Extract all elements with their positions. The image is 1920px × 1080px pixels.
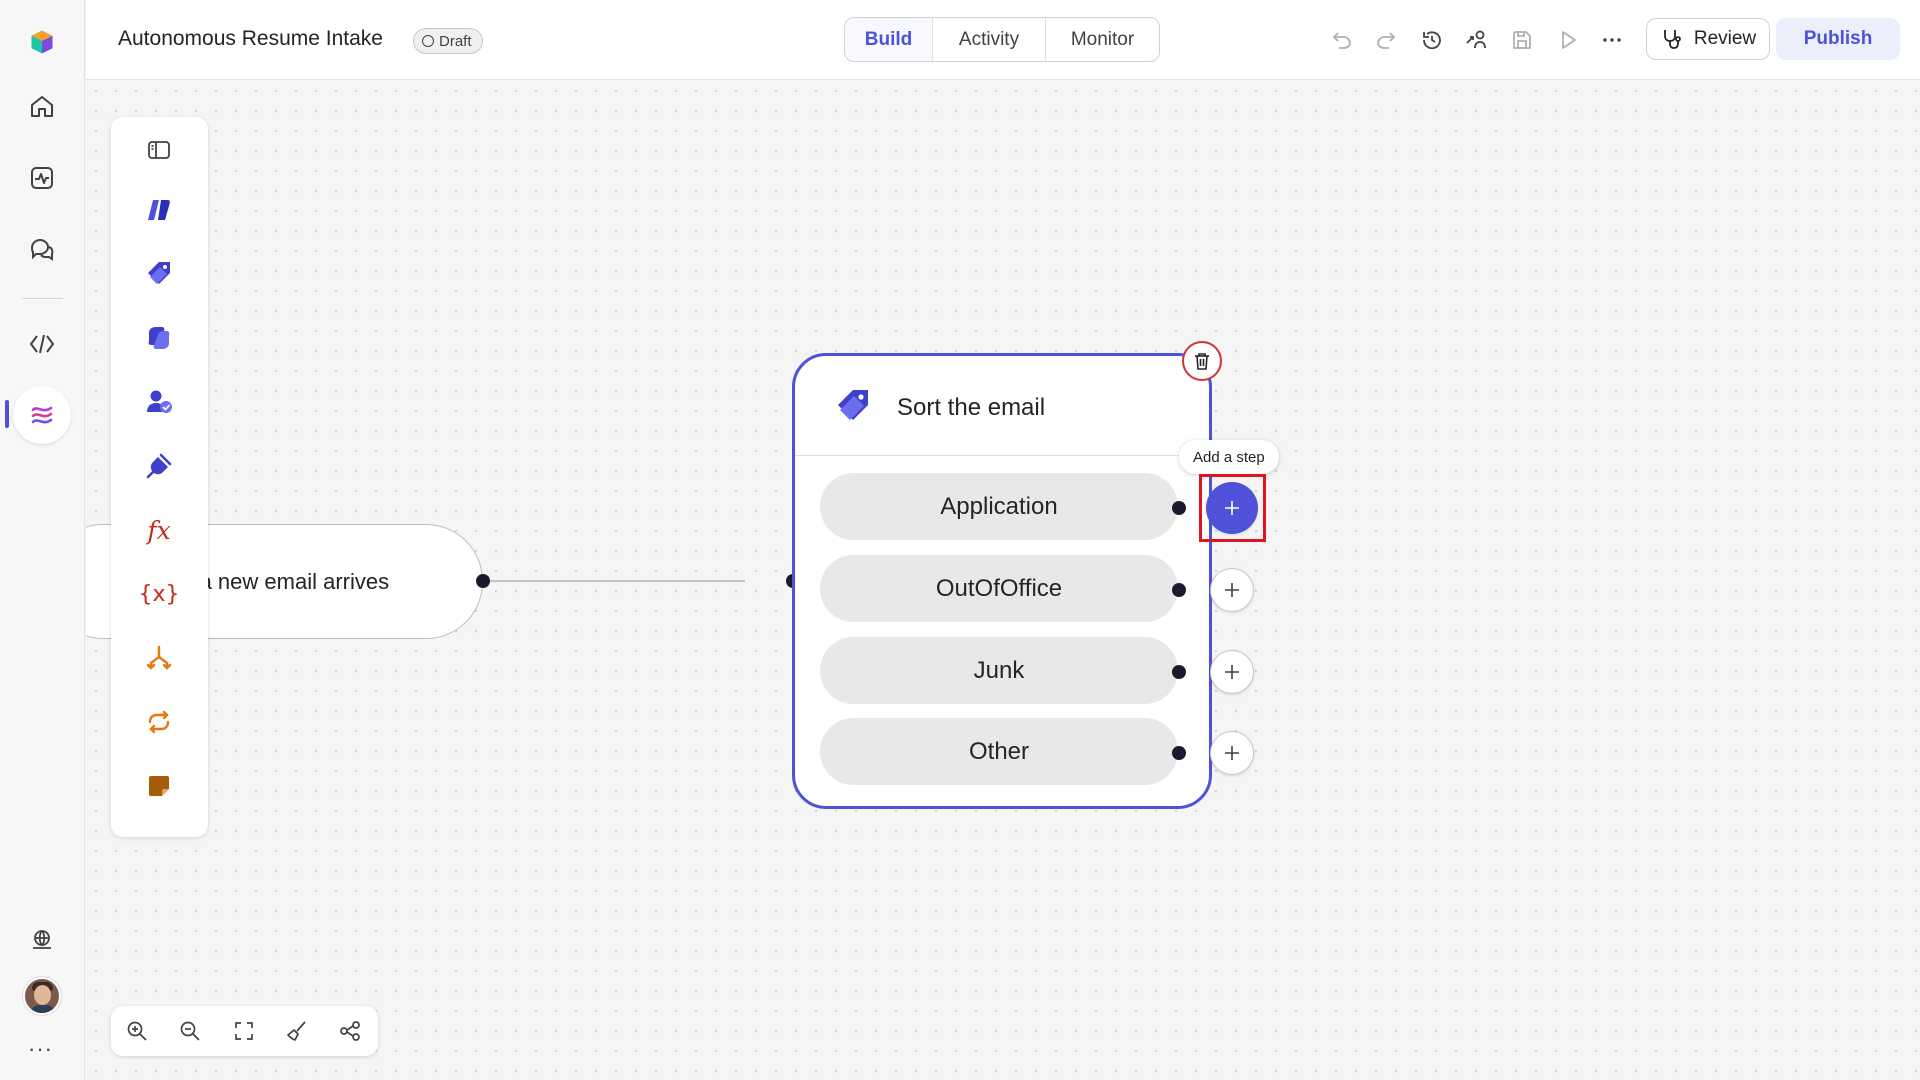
delete-node-button[interactable]: [1182, 341, 1222, 381]
page-title: Autonomous Resume Intake: [118, 27, 383, 50]
tab-monitor[interactable]: Monitor: [1046, 18, 1159, 61]
undo-icon[interactable]: [1326, 24, 1358, 56]
chat-icon[interactable]: [18, 226, 66, 274]
highlight-box: [1199, 474, 1266, 542]
app-logo-icon[interactable]: [18, 18, 66, 66]
plus-icon: [1225, 665, 1239, 679]
zoom-toolbar: [111, 1006, 378, 1056]
rail-active-indicator: [5, 400, 9, 428]
tab-build[interactable]: Build: [845, 18, 933, 61]
rail-divider: [22, 298, 63, 299]
fit-screen-icon[interactable]: [230, 1017, 258, 1045]
note-icon[interactable]: [139, 766, 179, 806]
case-outofoffice[interactable]: OutOfOffice: [820, 555, 1178, 622]
auto-layout-icon[interactable]: [336, 1017, 364, 1045]
trash-icon: [1195, 353, 1209, 370]
classify-tag-icon: [838, 390, 868, 420]
plus-icon: [1225, 583, 1239, 597]
view-tabs: Build Activity Monitor: [844, 17, 1160, 62]
more-icon[interactable]: ···: [28, 1036, 53, 1062]
app-header: Autonomous Resume Intake Draft Build Act…: [86, 0, 1920, 80]
case-output-port[interactable]: [1172, 665, 1186, 679]
condition-branch-icon[interactable]: [139, 638, 179, 678]
ai-prompt-icon[interactable]: [139, 190, 179, 230]
more-options-icon[interactable]: [1596, 24, 1628, 56]
home-icon[interactable]: [18, 82, 66, 130]
redo-icon[interactable]: [1370, 24, 1402, 56]
variable-icon[interactable]: {x}: [139, 574, 180, 614]
case-output-port[interactable]: [1172, 583, 1186, 597]
draft-circle-icon: [422, 35, 434, 47]
connections-icon[interactable]: [1460, 24, 1492, 56]
add-step-button-other[interactable]: [1210, 731, 1254, 775]
zoom-in-icon[interactable]: [123, 1017, 151, 1045]
review-label: Review: [1693, 28, 1757, 49]
connector-edge: [483, 580, 745, 582]
add-step-button-junk[interactable]: [1210, 650, 1254, 694]
stethoscope-icon: [1663, 30, 1681, 49]
zoom-out-icon[interactable]: [176, 1017, 204, 1045]
code-icon[interactable]: [18, 320, 66, 368]
cleanup-icon[interactable]: [283, 1017, 311, 1045]
classify-tag-icon[interactable]: [139, 254, 179, 294]
switch-node-header: Sort the email: [795, 356, 1209, 456]
loop-icon[interactable]: [139, 702, 179, 742]
case-application[interactable]: Application: [820, 473, 1178, 540]
switch-node-title: Sort the email: [897, 394, 1046, 421]
case-output-port[interactable]: [1172, 501, 1186, 515]
function-fx-icon[interactable]: fx: [139, 510, 179, 550]
copilot-icon[interactable]: [139, 318, 179, 358]
case-other[interactable]: Other: [820, 718, 1178, 785]
flows-icon[interactable]: [13, 386, 71, 444]
plus-icon: [1225, 746, 1239, 760]
app-rail: ···: [0, 0, 85, 1080]
run-icon[interactable]: [1552, 24, 1584, 56]
activity-icon[interactable]: [18, 154, 66, 202]
review-button[interactable]: Review: [1646, 18, 1770, 60]
switch-node[interactable]: Sort the email Application OutOfOffice J…: [792, 353, 1212, 809]
save-icon[interactable]: [1506, 24, 1538, 56]
flow-canvas[interactable]: en a new email arrives fx {x} Sort the e…: [86, 81, 1920, 1080]
add-step-button-outofoffice[interactable]: [1210, 568, 1254, 612]
case-output-port[interactable]: [1172, 746, 1186, 760]
environment-icon[interactable]: [18, 916, 66, 964]
publish-button[interactable]: Publish: [1776, 18, 1900, 60]
add-step-tooltip: Add a step: [1179, 440, 1279, 474]
panel-toggle-icon[interactable]: [139, 130, 179, 170]
case-junk[interactable]: Junk: [820, 637, 1178, 704]
status-badge: Draft: [413, 28, 483, 54]
tab-activity[interactable]: Activity: [933, 18, 1046, 61]
status-badge-label: Draft: [439, 32, 472, 50]
connector-plug-icon[interactable]: [139, 446, 179, 486]
avatar[interactable]: [23, 977, 61, 1015]
history-icon[interactable]: [1416, 24, 1448, 56]
trigger-output-port[interactable]: [476, 574, 490, 588]
toolbox-panel: fx {x}: [111, 117, 208, 837]
human-review-icon[interactable]: [139, 382, 179, 422]
